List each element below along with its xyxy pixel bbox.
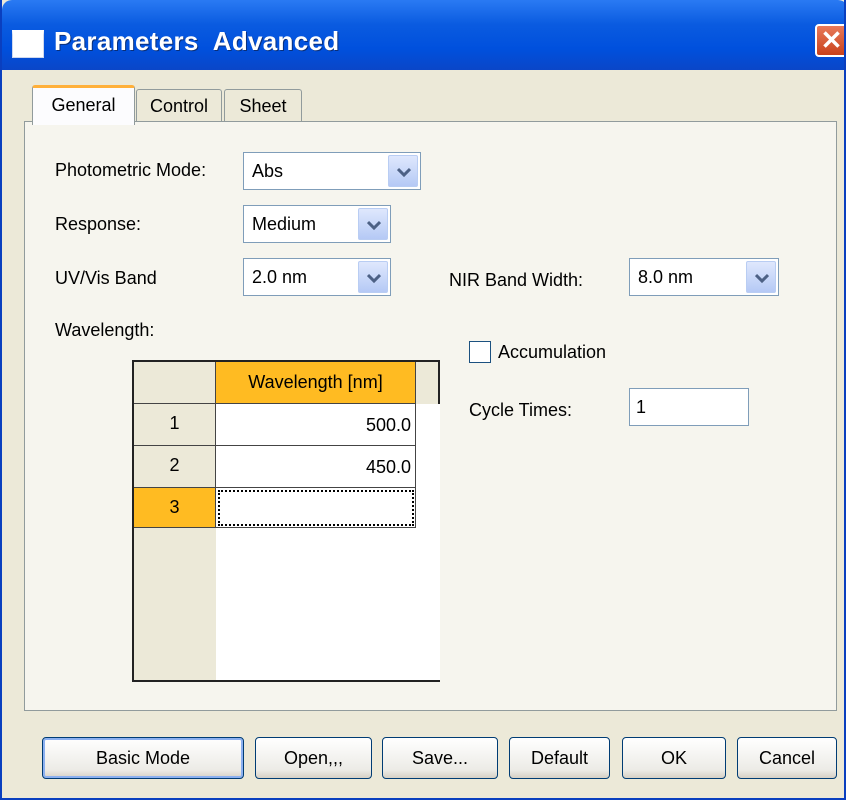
accumulation-checkbox[interactable] [469,341,491,363]
chevron-down-icon[interactable] [358,208,388,240]
tab-general-label: General [51,95,116,115]
ok-button[interactable]: OK [622,737,726,779]
title-bar[interactable]: Parameters Advanced ✕ [2,0,844,70]
parameters-dialog: Parameters Advanced ✕ General Control Sh… [0,0,846,800]
row-header-2[interactable]: 2 [134,446,216,488]
response-select[interactable]: Medium [243,205,391,243]
cycle-times-input[interactable]: 1 [629,388,749,426]
cycle-times-value: 1 [636,397,647,417]
row-header-3[interactable]: 3 [134,488,216,528]
photometric-mode-value: Abs [252,161,284,181]
save-button[interactable]: Save... [382,737,498,779]
chevron-down-icon[interactable] [388,155,418,187]
row-header-1[interactable]: 1 [134,404,216,446]
response-value: Medium [252,214,317,234]
chevron-down-icon[interactable] [358,261,388,293]
tab-general[interactable]: General [32,85,135,125]
table-cell-wavelength-active[interactable] [216,488,416,528]
default-button[interactable]: Default [509,737,610,779]
tab-sheet-label: Sheet [239,96,287,116]
tab-sheet[interactable]: Sheet [224,89,302,123]
chevron-down-icon[interactable] [746,261,776,293]
corner-cell [134,362,216,404]
uvvis-band-select[interactable]: 2.0 nm [243,258,391,296]
wavelength-table[interactable]: Wavelength [nm] 1 500.0 2 450.0 3 [132,360,440,682]
column-header-wavelength[interactable]: Wavelength [nm] [216,362,416,404]
window-icon [12,30,44,58]
nir-band-width-select[interactable]: 8.0 nm [629,258,779,296]
nir-band-width-value: 8.0 nm [638,267,694,287]
table-cell-wavelength[interactable]: 500.0 [216,404,416,446]
cancel-button[interactable]: Cancel [737,737,837,779]
tab-control-label: Control [149,96,209,116]
close-button[interactable]: ✕ [815,24,844,57]
uvvis-band-value: 2.0 nm [252,267,308,287]
photometric-mode-select[interactable]: Abs [243,152,421,190]
table-cell-wavelength[interactable]: 450.0 [216,446,416,488]
open-button[interactable]: Open,,, [255,737,372,779]
window-title: Parameters Advanced [54,26,340,56]
basic-mode-button[interactable]: Basic Mode [42,737,244,779]
tab-control[interactable]: Control [136,89,222,123]
